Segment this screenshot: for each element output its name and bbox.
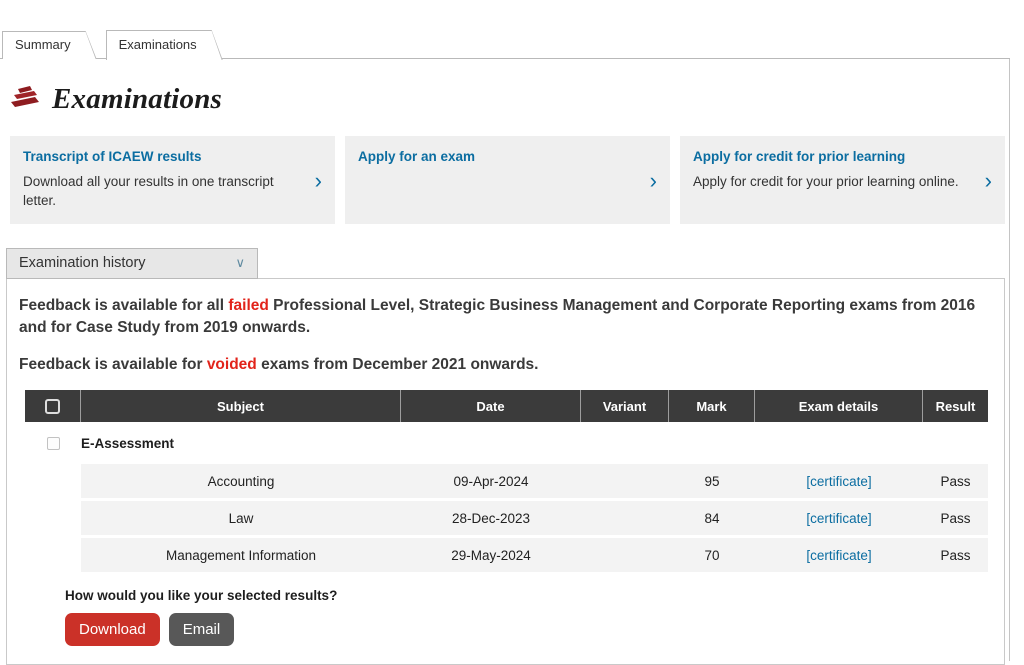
tab-summary-label: Summary: [2, 31, 97, 59]
card-transcript[interactable]: Transcript of ICAEW results Download all…: [10, 136, 335, 224]
action-buttons: Download Email: [65, 613, 992, 646]
cell-subject: Management Information: [81, 538, 401, 572]
tab-examinations[interactable]: Examinations: [106, 30, 223, 60]
select-all-checkbox[interactable]: [45, 399, 60, 414]
cell-date: 09-Apr-2024: [401, 464, 581, 498]
table-header-row: Subject Date Variant Mark Exam details R…: [25, 390, 988, 422]
cell-mark: 70: [669, 538, 755, 572]
feedback-notices: Feedback is available for all failed Pro…: [19, 295, 992, 376]
cell-mark: 84: [669, 501, 755, 535]
cell-date: 29-May-2024: [401, 538, 581, 572]
cell-exam-details: [certificate]: [755, 501, 923, 535]
card-credit-title: Apply for credit for prior learning: [693, 149, 969, 164]
examination-history-dropdown[interactable]: Examination history ∨: [6, 248, 258, 279]
group-label: E-Assessment: [81, 436, 174, 451]
cell-mark: 95: [669, 464, 755, 498]
cell-exam-details: [certificate]: [755, 538, 923, 572]
voided-highlight: voided: [207, 356, 257, 373]
cell-subject: Law: [81, 501, 401, 535]
header-date: Date: [401, 390, 581, 422]
download-button[interactable]: Download: [65, 613, 160, 646]
chevron-right-icon: ›: [985, 170, 992, 192]
books-icon: [10, 85, 40, 114]
feedback-line-2: Feedback is available for voided exams f…: [19, 354, 992, 376]
tabs: Summary Examinations: [2, 30, 223, 59]
tab-summary[interactable]: Summary: [2, 31, 97, 59]
header-subject: Subject: [81, 390, 401, 422]
certificate-link[interactable]: [certificate]: [806, 511, 871, 526]
card-transcript-body: Download all your results in one transcr…: [23, 173, 299, 211]
page-body: Examinations Transcript of ICAEW results…: [0, 59, 1010, 661]
cell-result: Pass: [923, 538, 988, 572]
cell-result: Pass: [923, 501, 988, 535]
card-credit-prior-learning[interactable]: Apply for credit for prior learning Appl…: [680, 136, 1005, 224]
email-button[interactable]: Email: [169, 613, 235, 646]
exam-results-table: Subject Date Variant Mark Exam details R…: [25, 390, 988, 572]
group-checkbox-cell: [25, 437, 81, 450]
page-header: Examinations: [0, 59, 1009, 116]
tab-examinations-label: Examinations: [106, 30, 223, 59]
table-row: Law 28-Dec-2023 84 [certificate] Pass: [81, 501, 988, 535]
quick-link-cards: Transcript of ICAEW results Download all…: [10, 136, 1005, 224]
cell-variant: [581, 464, 669, 498]
header-variant: Variant: [581, 390, 669, 422]
cell-exam-details: [certificate]: [755, 464, 923, 498]
chevron-down-icon: ∨: [235, 255, 245, 271]
header-exam-details: Exam details: [755, 390, 923, 422]
table-row: Management Information 29-May-2024 70 [c…: [81, 538, 988, 572]
page-title: Examinations: [52, 83, 222, 116]
cell-subject: Accounting: [81, 464, 401, 498]
card-credit-body: Apply for credit for your prior learning…: [693, 173, 969, 192]
failed-highlight: failed: [228, 297, 268, 314]
chevron-right-icon: ›: [315, 170, 322, 192]
examination-history-selected: Examination history: [19, 255, 146, 271]
card-apply-exam-title: Apply for an exam: [358, 149, 634, 164]
feedback-line-1: Feedback is available for all failed Pro…: [19, 295, 992, 340]
tab-bar: Summary Examinations: [0, 0, 1010, 59]
select-all-cell: [25, 390, 81, 422]
group-checkbox[interactable]: [47, 437, 60, 450]
cell-variant: [581, 538, 669, 572]
cell-date: 28-Dec-2023: [401, 501, 581, 535]
table-row: Accounting 09-Apr-2024 95 [certificate] …: [81, 464, 988, 498]
card-apply-exam[interactable]: Apply for an exam ›: [345, 136, 670, 224]
certificate-link[interactable]: [certificate]: [806, 548, 871, 563]
cell-result: Pass: [923, 464, 988, 498]
cell-variant: [581, 501, 669, 535]
group-row-e-assessment: E-Assessment: [25, 422, 988, 464]
examination-history-panel: Feedback is available for all failed Pro…: [6, 278, 1005, 665]
certificate-link[interactable]: [certificate]: [806, 474, 871, 489]
chevron-right-icon: ›: [650, 170, 657, 192]
selected-results-question: How would you like your selected results…: [65, 588, 992, 603]
card-transcript-title: Transcript of ICAEW results: [23, 149, 299, 164]
header-mark: Mark: [669, 390, 755, 422]
header-result: Result: [923, 390, 988, 422]
